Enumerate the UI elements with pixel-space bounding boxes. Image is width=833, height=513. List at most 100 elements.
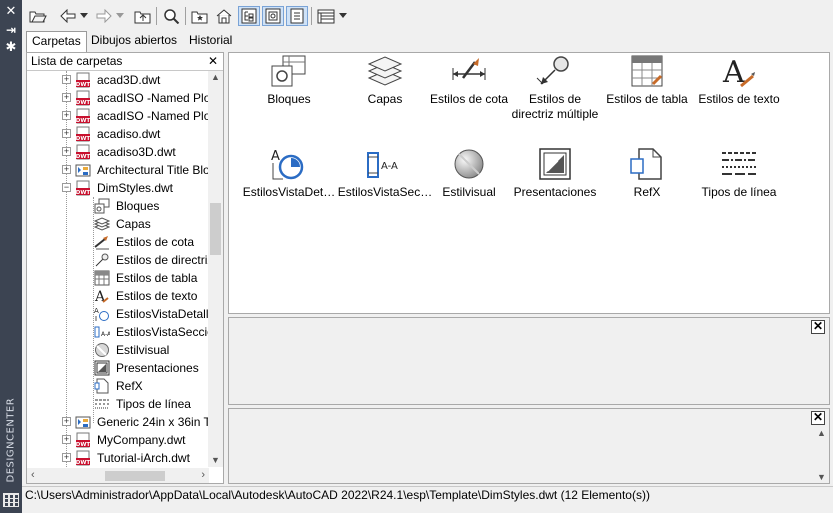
dwt-icon: DWT bbox=[75, 432, 91, 448]
content-item-blocks[interactable]: Bloques bbox=[241, 54, 337, 107]
expand-icon[interactable]: + bbox=[62, 165, 71, 174]
tree-item-label: Estilos de directriz bbox=[116, 253, 209, 267]
tree-item-label: acadiso3D.dwt bbox=[97, 145, 176, 159]
tree-item-label: acadiso.dwt bbox=[97, 127, 161, 141]
table-icon bbox=[94, 270, 110, 286]
tree-item-label: Bloques bbox=[116, 199, 160, 213]
content-item-label: Presentaciones bbox=[513, 185, 597, 199]
content-item-label: Estilos de tabla bbox=[606, 92, 688, 106]
tree-item-label: Estilos de texto bbox=[116, 289, 198, 303]
scroll-up-arrow-icon[interactable]: ▲ bbox=[211, 72, 220, 82]
svg-text:A-A: A-A bbox=[381, 161, 398, 172]
expand-icon[interactable]: + bbox=[62, 417, 71, 426]
favorites-icon[interactable] bbox=[190, 6, 210, 26]
tree-item-label: Capas bbox=[116, 217, 151, 231]
detail-icon: A bbox=[94, 306, 110, 322]
content-item-label: Capas bbox=[367, 92, 403, 106]
tree-vertical-scrollbar[interactable]: ▲ ▼ bbox=[208, 71, 223, 467]
section-icon: A-A bbox=[94, 324, 112, 340]
autohide-icon[interactable]: ⇥ bbox=[0, 23, 22, 37]
expand-icon[interactable]: + bbox=[62, 147, 71, 156]
content-area: Bloques Capas Estilos de cota Estilos de di… bbox=[228, 52, 830, 314]
layers-icon bbox=[365, 54, 405, 90]
visual-icon bbox=[94, 342, 110, 358]
template-icon bbox=[75, 414, 91, 430]
content-item-detail-view[interactable]: A EstilosVistaDet… bbox=[241, 147, 337, 200]
up-icon[interactable] bbox=[133, 6, 153, 26]
layers-icon bbox=[93, 216, 111, 232]
close-tree-icon[interactable]: ✕ bbox=[208, 53, 218, 70]
content-item-table[interactable]: Estilos de tabla bbox=[599, 54, 695, 107]
description-scrollbar[interactable]: ▲ ▼ bbox=[814, 427, 829, 483]
home-icon[interactable] bbox=[214, 6, 234, 26]
status-bar: C:\Users\Administrador\AppData\Local\Aut… bbox=[22, 486, 833, 505]
content-item-text-style[interactable]: A Estilos de texto bbox=[691, 54, 787, 107]
views-icon[interactable] bbox=[315, 6, 337, 26]
scroll-left-arrow-icon[interactable]: ‹ bbox=[31, 469, 35, 481]
h-scroll-thumb[interactable] bbox=[105, 471, 165, 481]
forward-icon[interactable] bbox=[94, 6, 114, 26]
svg-text:DWT: DWT bbox=[76, 154, 91, 160]
content-item-label: Estilos de directriz múltiple bbox=[511, 92, 599, 121]
scroll-down-arrow-icon[interactable]: ▼ bbox=[211, 455, 220, 465]
tree-item-label: Estilvisual bbox=[116, 343, 170, 357]
palette-title: DESIGNCENTER bbox=[5, 397, 17, 483]
section-view-icon: A-A bbox=[365, 147, 405, 183]
content-item-section-view[interactable]: A-A EstilosVistaSec… bbox=[337, 147, 433, 200]
content-item-xref[interactable]: RefX bbox=[599, 147, 695, 200]
expand-icon[interactable]: + bbox=[62, 75, 71, 84]
dimstyle-icon bbox=[94, 234, 110, 250]
content-item-label: EstilosVistaSec… bbox=[337, 185, 433, 199]
properties-icon[interactable]: ✱ bbox=[0, 40, 22, 55]
scroll-thumb[interactable] bbox=[210, 203, 221, 255]
tree-item-label: EstilosVistaDetalla bbox=[116, 307, 209, 321]
views-dropdown-icon[interactable] bbox=[338, 6, 348, 26]
close-palette-icon[interactable]: ✕ bbox=[0, 4, 22, 19]
content-item-visual-style[interactable]: Estilvisual bbox=[421, 147, 517, 200]
linetype-icon bbox=[719, 147, 759, 183]
content-item-label: Estilvisual bbox=[442, 185, 496, 199]
tree-item-label: MyCompany.dwt bbox=[97, 433, 186, 447]
close-description-icon[interactable]: ✕ bbox=[811, 411, 825, 425]
content-item-label: Tipos de línea bbox=[701, 185, 777, 199]
tree-item-label: acadISO -Named Plo bbox=[97, 91, 209, 105]
tree-toggle-icon[interactable] bbox=[238, 6, 260, 26]
tree-item-label: EstilosVistaSecció bbox=[116, 325, 209, 339]
expand-icon[interactable]: + bbox=[62, 129, 71, 138]
tree-item-label: Tipos de línea bbox=[116, 397, 191, 411]
svg-text:DWT: DWT bbox=[76, 100, 91, 106]
content-item-label: Estilos de texto bbox=[698, 92, 780, 106]
scroll-right-arrow-icon[interactable]: › bbox=[201, 469, 205, 481]
svg-text:DWT: DWT bbox=[76, 190, 91, 196]
content-item-layout[interactable]: Presentaciones bbox=[507, 147, 603, 200]
load-icon[interactable] bbox=[28, 6, 48, 26]
template-icon bbox=[75, 162, 91, 178]
content-item-linetype[interactable]: Tipos de línea bbox=[691, 147, 787, 200]
tree-item-label: RefX bbox=[116, 379, 143, 393]
content-item-dimstyle[interactable]: Estilos de cota bbox=[421, 54, 517, 107]
collapse-icon[interactable]: − bbox=[62, 183, 71, 192]
close-preview-icon[interactable]: ✕ bbox=[811, 320, 825, 334]
content-item-mleader[interactable]: Estilos de directriz múltiple bbox=[507, 54, 603, 122]
expand-icon[interactable]: + bbox=[62, 435, 71, 444]
tab-historial[interactable]: Historial bbox=[184, 31, 237, 50]
expand-icon[interactable]: + bbox=[62, 453, 71, 462]
tab-dibujos-abiertos[interactable]: Dibujos abiertos bbox=[86, 31, 182, 50]
palette-titlebar: ✕ ⇥ ✱ DESIGNCENTER bbox=[0, 0, 22, 513]
text-icon: A bbox=[94, 288, 110, 305]
mleader-icon bbox=[94, 252, 110, 268]
description-icon[interactable] bbox=[286, 6, 308, 26]
tab-carpetas[interactable]: Carpetas bbox=[26, 31, 87, 52]
content-item-layers[interactable]: Capas bbox=[337, 54, 433, 107]
palette-grid-icon[interactable] bbox=[3, 493, 19, 507]
expand-icon[interactable]: + bbox=[62, 111, 71, 120]
back-dropdown-icon[interactable] bbox=[79, 6, 89, 26]
search-icon[interactable] bbox=[162, 6, 182, 26]
back-icon[interactable] bbox=[58, 6, 78, 26]
tree-horizontal-scrollbar[interactable]: ‹ › bbox=[27, 468, 209, 483]
expand-icon[interactable]: + bbox=[62, 93, 71, 102]
forward-dropdown-icon[interactable] bbox=[115, 6, 125, 26]
tab-strip: Carpetas Dibujos abiertos Historial bbox=[22, 31, 242, 52]
detail-view-icon: A bbox=[269, 147, 309, 183]
preview-icon[interactable] bbox=[262, 6, 284, 26]
